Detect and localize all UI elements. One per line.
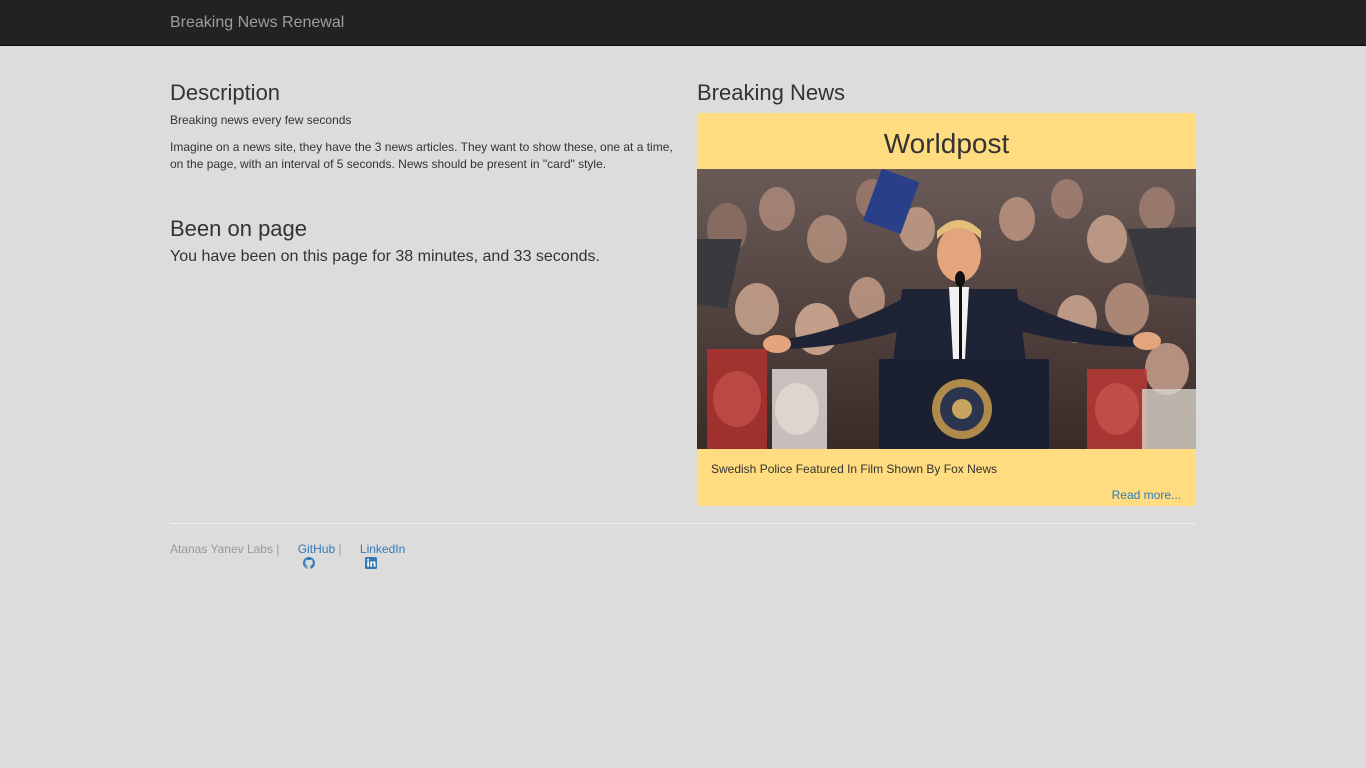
rally-photo-illustration <box>697 169 1196 449</box>
footer-owner: Atanas Yanev Labs <box>170 542 273 556</box>
news-card: Worldpost Swedish Police Featured In Fil… <box>697 113 1196 506</box>
footer-separator: | <box>272 542 283 556</box>
been-on-page-heading: Been on page <box>170 216 308 241</box>
linkedin-label: LinkedIn <box>359 542 406 556</box>
top-navbar: Breaking News Renewal <box>0 0 1366 46</box>
navbar-brand-link[interactable]: Breaking News Renewal <box>170 14 344 32</box>
description-heading: Description <box>170 80 281 105</box>
news-card-image <box>697 169 1196 449</box>
github-link[interactable]: GitHub <box>283 542 336 569</box>
github-label: GitHub <box>297 542 336 556</box>
linkedin-icon <box>345 543 377 569</box>
footer: Atanas Yanev Labs | GitHub | LinkedIn <box>170 542 406 569</box>
description-body: Imagine on a news site, they have the 3 … <box>170 140 673 171</box>
github-icon <box>283 543 315 569</box>
linkedin-link[interactable]: LinkedIn <box>345 542 406 569</box>
read-more-link[interactable]: Read more... <box>1112 488 1181 502</box>
description-subtitle: Breaking news every few seconds <box>170 113 352 127</box>
news-card-headline: Swedish Police Featured In Film Shown By… <box>711 462 998 476</box>
footer-separator-2: | <box>335 542 345 556</box>
breaking-news-heading: Breaking News <box>697 80 845 105</box>
news-card-source: Worldpost <box>883 128 1010 159</box>
footer-divider <box>170 523 1196 524</box>
time-on-page-text: You have been on this page for 38 minute… <box>170 248 600 265</box>
